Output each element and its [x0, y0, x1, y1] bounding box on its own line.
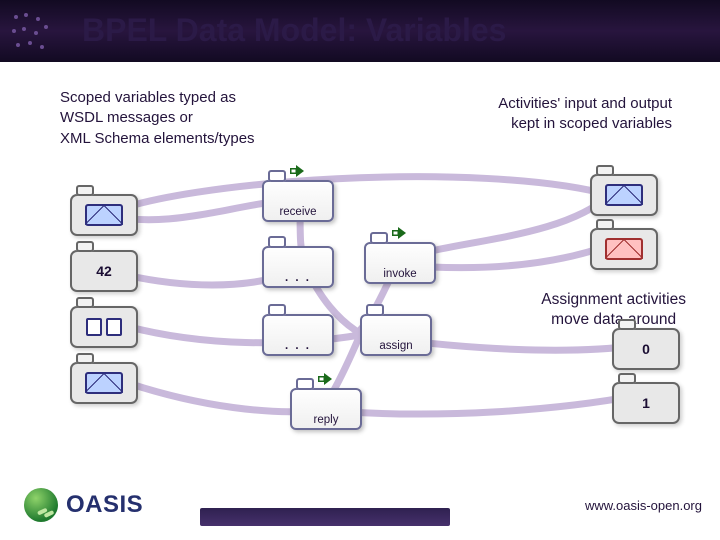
activity-label: . . . [262, 272, 334, 284]
oasis-logo: OASIS [24, 488, 143, 522]
diagram-stage: 42 0 1 receive . . . invoke [0, 170, 720, 450]
activity-label: receive [262, 206, 334, 218]
variable-value: 1 [642, 395, 650, 411]
variable-literal-0: 0 [612, 328, 680, 370]
arrow-icon [392, 228, 406, 238]
activity-ellipsis: . . . [262, 314, 334, 356]
oasis-logo-text: OASIS [66, 491, 143, 519]
arrow-icon [318, 374, 332, 384]
envelope-icon [605, 184, 643, 206]
title-banner: BPEL Data Model: Variables [0, 0, 720, 62]
caption-left-line: WSDL messages or [60, 108, 255, 128]
activity-label: . . . [262, 340, 334, 352]
activity-reply: reply [290, 388, 362, 430]
banner-ornament [0, 0, 60, 62]
variable-literal-42: 42 [70, 250, 138, 292]
oasis-tagline-strip [200, 508, 450, 526]
activity-label: reply [290, 414, 362, 426]
footer: OASIS www.oasis-open.org [0, 476, 720, 540]
variable-element [70, 306, 138, 348]
activity-invoke: invoke [364, 242, 436, 284]
variable-message [70, 194, 138, 236]
envelope-icon [85, 204, 123, 226]
envelope-icon [605, 238, 643, 260]
caption-right-line: Activities' input and output [498, 94, 672, 114]
caption-right: Activities' input and output kept in sco… [498, 94, 672, 135]
caption-left-line: XML Schema elements/types [60, 129, 255, 149]
activity-receive: receive [262, 180, 334, 222]
caption-right-line: kept in scoped variables [498, 114, 672, 134]
variable-value: 0 [642, 341, 650, 357]
envelope-icon [85, 372, 123, 394]
footer-url: www.oasis-open.org [585, 498, 702, 513]
activity-assign: assign [360, 314, 432, 356]
element-icon [86, 318, 122, 336]
variable-message-out [590, 228, 658, 270]
page-title: BPEL Data Model: Variables [82, 12, 506, 49]
variable-value: 42 [96, 263, 112, 279]
activity-label: invoke [364, 268, 436, 280]
activity-ellipsis: . . . [262, 246, 334, 288]
variable-literal-1: 1 [612, 382, 680, 424]
caption-left-line: Scoped variables typed as [60, 88, 255, 108]
variable-message [590, 174, 658, 216]
arrow-icon [290, 166, 304, 176]
caption-left: Scoped variables typed as WSDL messages … [60, 88, 255, 149]
variable-message [70, 362, 138, 404]
activity-label: assign [360, 340, 432, 352]
oasis-logo-mark [24, 488, 58, 522]
